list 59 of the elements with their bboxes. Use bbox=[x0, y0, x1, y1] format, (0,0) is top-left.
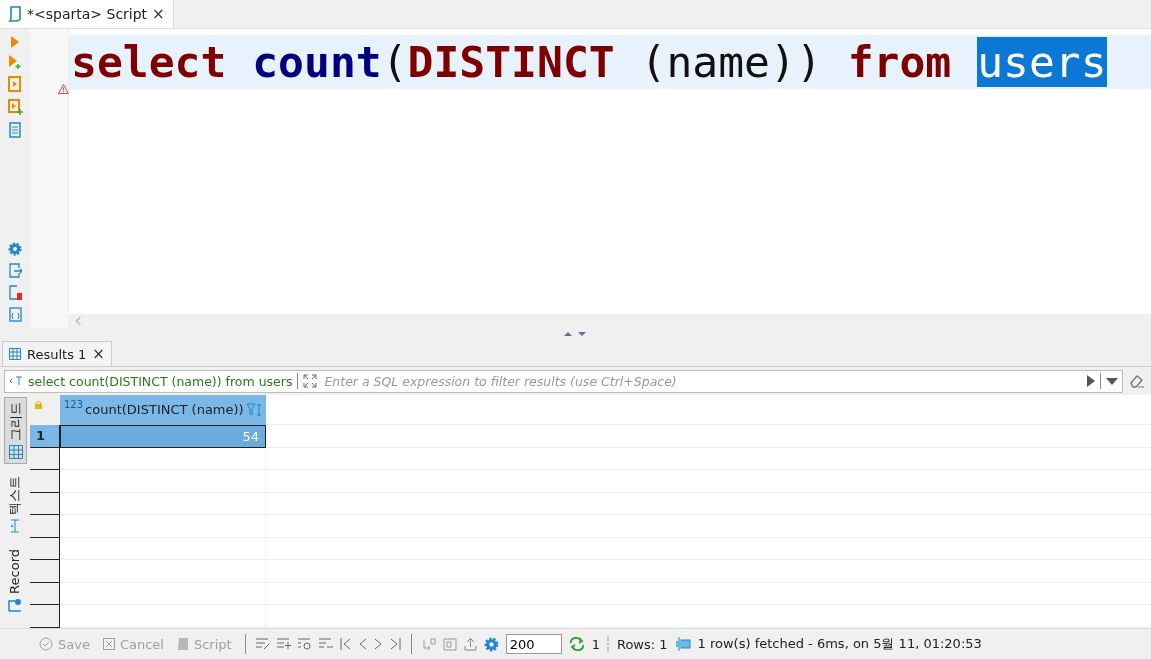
settings-icon[interactable] bbox=[483, 636, 499, 652]
row-number[interactable] bbox=[30, 560, 60, 583]
eraser-icon[interactable] bbox=[1129, 374, 1145, 388]
warning-icon bbox=[58, 84, 69, 94]
run-add-icon[interactable] bbox=[8, 55, 22, 69]
edit-row-icon[interactable] bbox=[255, 638, 270, 650]
row-count: Rows: 1 bbox=[616, 636, 668, 652]
last-page-icon[interactable] bbox=[388, 638, 401, 650]
apply-filter-icon[interactable] bbox=[1087, 375, 1095, 387]
record-icon bbox=[7, 597, 22, 612]
script-icon bbox=[176, 637, 189, 651]
script-run-icon[interactable] bbox=[8, 76, 22, 92]
text-cursor-icon bbox=[9, 519, 20, 533]
check-circle-icon bbox=[39, 637, 53, 651]
variables-icon[interactable] bbox=[8, 307, 22, 322]
filter-input[interactable]: Enter a SQL expression to filter results (use Ctrl+Space) bbox=[322, 372, 1082, 390]
status-text: 1 row(s) fetched - 6ms, on 5월 11, 01:20:53 bbox=[697, 635, 982, 653]
next-icon[interactable] bbox=[373, 638, 382, 650]
export-icon[interactable] bbox=[463, 637, 477, 651]
copy-row-icon[interactable] bbox=[297, 638, 312, 650]
expand-icon[interactable] bbox=[303, 374, 318, 388]
lock-icon bbox=[35, 401, 42, 409]
row-number[interactable] bbox=[30, 537, 60, 561]
view-tab[interactable]: Record bbox=[4, 545, 25, 616]
dropdown-icon[interactable] bbox=[1106, 377, 1118, 385]
row-number[interactable] bbox=[30, 605, 60, 629]
close-icon[interactable]: × bbox=[92, 345, 105, 363]
view-tab[interactable]: 텍스트 bbox=[4, 472, 25, 537]
row-number[interactable] bbox=[30, 492, 60, 516]
refresh-count: 1 bbox=[591, 636, 600, 652]
row-number[interactable] bbox=[30, 515, 60, 538]
document-icon[interactable] bbox=[8, 122, 22, 138]
refresh-icon[interactable] bbox=[568, 637, 585, 651]
editor-tab-title[interactable]: *<sparta> Script bbox=[27, 6, 148, 22]
run-icon[interactable] bbox=[10, 36, 20, 48]
previous-icon[interactable] bbox=[358, 638, 367, 650]
settings-icon[interactable] bbox=[8, 242, 22, 256]
cancel-icon bbox=[102, 638, 115, 650]
results-tab[interactable]: Results 1 × bbox=[2, 341, 112, 366]
script-add-icon[interactable] bbox=[7, 99, 23, 115]
grid-icon bbox=[8, 445, 23, 459]
collapse-arrows-icon[interactable] bbox=[563, 331, 588, 337]
filter-field[interactable]: select count(DISTINCT (name)) from users Enter a SQL expression to filter results (use Ctrl+Space) bbox=[4, 369, 1123, 393]
query-text: select count(DISTINCT (name)) from users bbox=[28, 373, 293, 389]
script-icon bbox=[8, 6, 22, 22]
export-icon[interactable] bbox=[8, 263, 22, 278]
row-number[interactable] bbox=[30, 582, 60, 606]
add-row-icon[interactable] bbox=[276, 638, 291, 650]
first-page-icon[interactable] bbox=[339, 638, 352, 650]
fetch-size-field[interactable]: 200 bbox=[505, 634, 562, 654]
columns-icon[interactable] bbox=[674, 637, 691, 651]
row-number[interactable] bbox=[30, 447, 60, 471]
row-number[interactable] bbox=[30, 470, 60, 493]
close-icon[interactable]: × bbox=[152, 5, 165, 23]
error-file-icon[interactable] bbox=[8, 285, 22, 300]
grid-icon bbox=[9, 348, 21, 360]
row-number[interactable]: 1 bbox=[30, 424, 60, 448]
view-tab[interactable]: 그리드 bbox=[4, 397, 27, 464]
sql-text-icon bbox=[9, 376, 23, 386]
